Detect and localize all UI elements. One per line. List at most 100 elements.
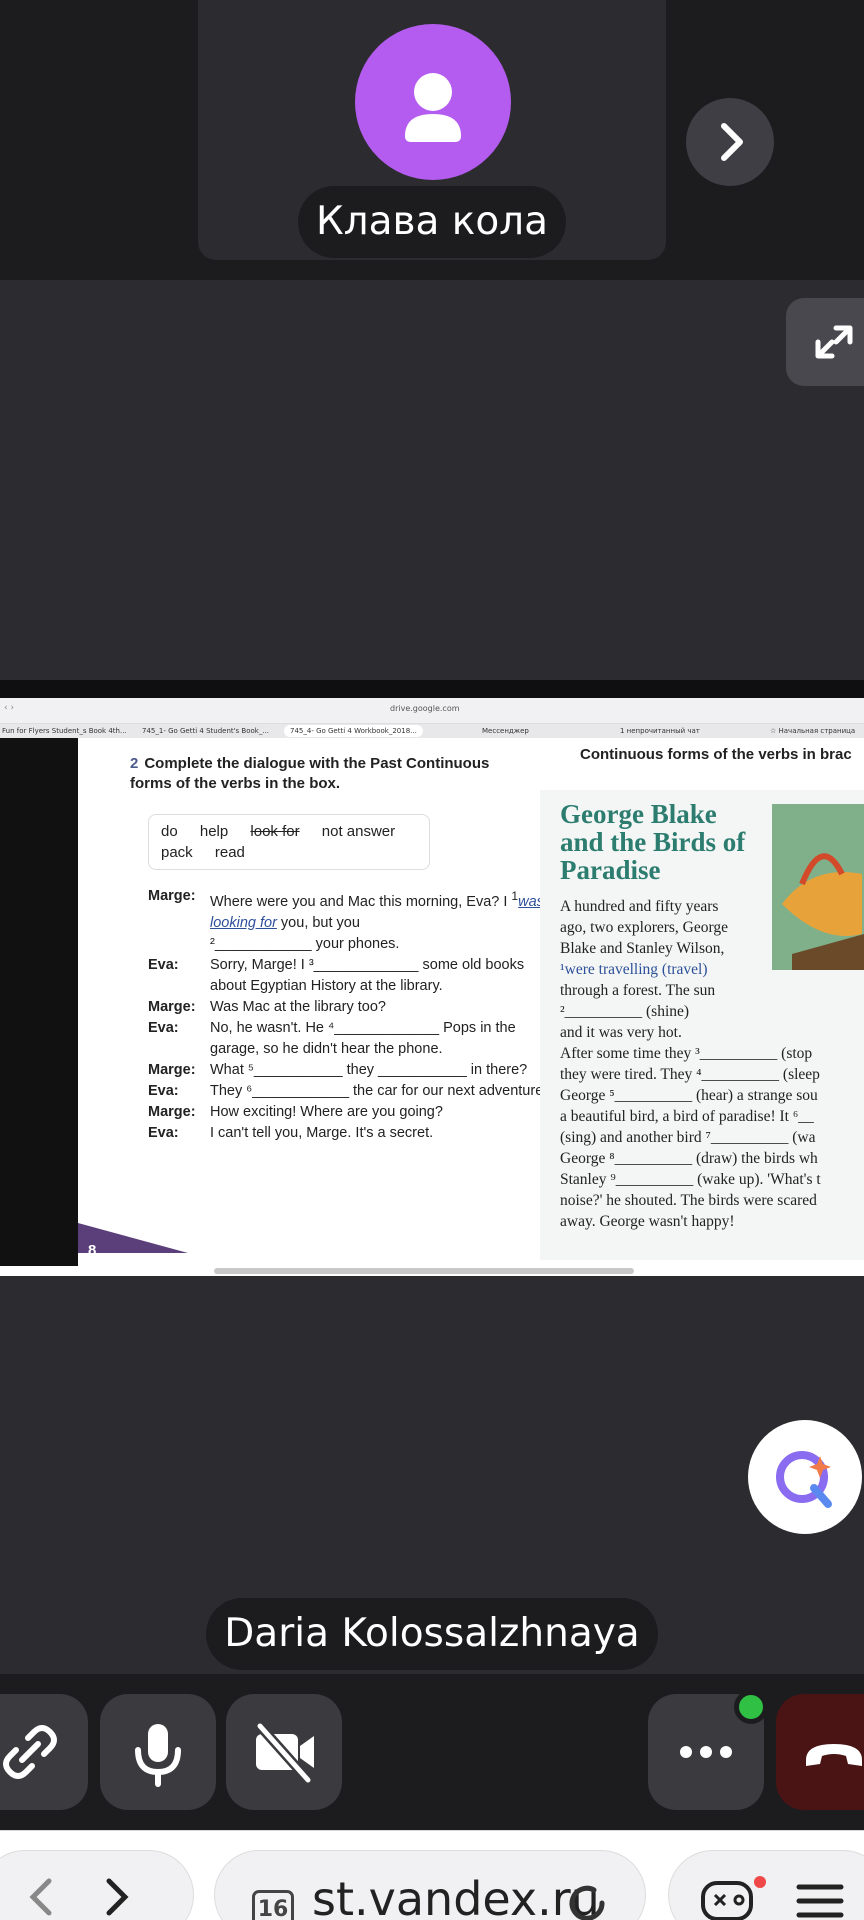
word: read bbox=[214, 844, 245, 861]
reload-icon[interactable] bbox=[564, 1880, 610, 1920]
back-forward-pill bbox=[0, 1850, 194, 1920]
dialogue-line: Marge: Where were you and Mac this morni… bbox=[148, 886, 548, 934]
camera-button[interactable] bbox=[226, 1694, 342, 1810]
story-line: A hundred and fifty years bbox=[560, 898, 719, 915]
speaker: Eva: bbox=[148, 1082, 179, 1099]
speaker: Marge: bbox=[148, 998, 196, 1015]
speaker: Marge: bbox=[148, 1061, 196, 1078]
speaker: Eva: bbox=[148, 1124, 179, 1141]
shared-sidebar-dark bbox=[0, 738, 78, 1266]
exercise-number: 2 bbox=[130, 755, 139, 772]
notification-dot bbox=[754, 1876, 766, 1888]
shared-url: drive.google.com bbox=[390, 704, 460, 713]
story-line: Blake and Stanley Wilson, bbox=[560, 940, 725, 957]
line-text: Sorry, Marge! I ³_____________ some old … bbox=[210, 956, 525, 994]
story-line: ago, two explorers, George bbox=[560, 919, 729, 936]
dialogue-line: Marge: What ⁵___________ they __________… bbox=[148, 1060, 548, 1081]
story-line: a beautiful bird, a bird of paradise! It… bbox=[560, 1108, 814, 1125]
word: help bbox=[199, 823, 229, 840]
story-title: George Blake and the Birds of Paradise bbox=[560, 799, 746, 885]
line-text: How exciting! Where are you going? bbox=[210, 1103, 443, 1120]
shared-tab-active: 745_4- Go Getti 4 Workbook_2018... bbox=[284, 725, 423, 737]
speaker: Marge: bbox=[148, 888, 196, 904]
participant-name-top: Клава кола bbox=[298, 186, 566, 258]
line-text: Where were you and Mac this morning, Eva… bbox=[210, 886, 548, 934]
story-line: noise?' he shouted. The birds were scare… bbox=[560, 1192, 817, 1209]
fullscreen-button[interactable] bbox=[786, 298, 864, 386]
story-line: After some time they ³__________ (stop bbox=[560, 1045, 813, 1062]
avatar bbox=[355, 24, 511, 180]
dialogue-line: Eva: Sorry, Marge! I ³_____________ some… bbox=[148, 955, 548, 997]
story-line: ²__________ (shine) bbox=[560, 1003, 690, 1020]
shared-tab: ☆ Начальная страница bbox=[770, 727, 856, 735]
shared-tab: Мессенджер bbox=[482, 727, 529, 735]
assistant-button[interactable] bbox=[748, 1420, 862, 1534]
exercise-title: 2 Complete the dialogue with the Past Con… bbox=[130, 754, 510, 794]
speaker: Marge: bbox=[148, 1103, 196, 1120]
participant-name-bottom: Daria Kolossalzhnaya bbox=[206, 1598, 658, 1670]
exercise-header-right: Continuous forms of the verbs in brac bbox=[580, 746, 852, 763]
story-text: A hundred and fifty years ago, two explo… bbox=[560, 896, 864, 1232]
shared-tab-bar: Fun for Flyers Student_s Book 4th... 745… bbox=[0, 724, 864, 738]
line-text-part: you, but you bbox=[276, 914, 360, 931]
forward-icon bbox=[106, 1878, 129, 1916]
dialogue-line: Eva: No, he wasn't. He ⁴_____________ Po… bbox=[148, 1018, 548, 1060]
microphone-icon bbox=[135, 1724, 181, 1787]
workbook-page: 2 Complete the dialogue with the Past Con… bbox=[78, 738, 864, 1266]
shared-scrollbar[interactable] bbox=[214, 1268, 634, 1274]
story-line: and it was very hot. bbox=[560, 1024, 682, 1041]
dialogue: Marge: Where were you and Mac this morni… bbox=[148, 886, 548, 1144]
word: pack bbox=[161, 844, 193, 861]
story-line: they were tired. They ⁴__________ (sleep bbox=[560, 1066, 820, 1083]
line-text: ²____________ your phones. bbox=[210, 935, 400, 952]
camera-off-icon bbox=[255, 1721, 314, 1785]
assistant-icon bbox=[776, 1451, 832, 1508]
video-call-screen: Клава кола ‹ › drive.google.com Fun for … bbox=[0, 0, 864, 1920]
word-box: do help look for not answer pack read bbox=[148, 814, 430, 870]
shared-nav-arrows: ‹ › bbox=[4, 703, 15, 713]
word-struck: look for bbox=[250, 823, 300, 840]
dialogue-line: Marge: How exciting! Where are you going… bbox=[148, 1102, 548, 1123]
divider bbox=[0, 680, 864, 698]
hang-up-button[interactable] bbox=[776, 1694, 864, 1810]
line-text: What ⁵___________ they ___________ in th… bbox=[210, 1061, 528, 1078]
line-text: No, he wasn't. He ⁴_____________ Pops in… bbox=[210, 1019, 516, 1057]
shared-tab: Fun for Flyers Student_s Book 4th... bbox=[2, 727, 127, 735]
dialogue-line: Marge: Was Mac at the library too? bbox=[148, 997, 548, 1018]
word: not answer bbox=[321, 823, 396, 840]
shared-tab: 745_1- Go Getti 4 Student's Book_... bbox=[142, 727, 270, 735]
speaker bbox=[148, 934, 210, 955]
link-icon bbox=[3, 1725, 57, 1779]
dialogue-line: Eva: I can't tell you, Marge. It's a sec… bbox=[148, 1123, 548, 1144]
screen-share[interactable]: ‹ › drive.google.com Fun for Flyers Stud… bbox=[0, 698, 864, 1276]
line-text: I can't tell you, Marge. It's a secret. bbox=[210, 1124, 434, 1141]
online-indicator bbox=[734, 1690, 768, 1724]
menu-icon bbox=[796, 1884, 844, 1918]
address-text: st.vandex.ru bbox=[312, 1872, 600, 1920]
dialogue-line: Eva: They ⁶____________ the car for our … bbox=[148, 1081, 548, 1102]
story-line: away. George wasn't happy! bbox=[560, 1213, 735, 1230]
gamepad-and-menu-icons bbox=[701, 1881, 844, 1920]
menu-pill bbox=[668, 1850, 864, 1920]
word: do bbox=[161, 823, 178, 840]
speaker: Eva: bbox=[148, 1019, 179, 1036]
story-line: through a forest. The sun bbox=[560, 982, 716, 999]
speaker: Eva: bbox=[148, 956, 179, 973]
self-view-area bbox=[0, 280, 864, 680]
copy-link-button[interactable] bbox=[0, 1694, 88, 1810]
back-icon bbox=[29, 1878, 52, 1916]
story-line: George ⁸__________ (draw) the birds wh bbox=[560, 1150, 818, 1167]
story-line: Stanley ⁹__________ (wake up). 'What's t bbox=[560, 1171, 821, 1188]
user-icon bbox=[405, 73, 461, 142]
story-line: ¹were travelling (travel) bbox=[560, 961, 708, 978]
chevron-right-icon bbox=[721, 123, 743, 161]
shared-tab: 1 непрочитанный чат bbox=[620, 727, 700, 735]
tab-count[interactable]: 16 bbox=[252, 1890, 294, 1920]
story-line: (sing) and another bird ⁷__________ (wa bbox=[560, 1129, 816, 1146]
microphone-button[interactable] bbox=[100, 1694, 216, 1810]
back-forward-icons bbox=[29, 1878, 129, 1916]
next-participant-button[interactable] bbox=[686, 98, 774, 186]
hang-up-icon bbox=[806, 1744, 862, 1766]
line-text-part: Where were you and Mac this morning, Eva… bbox=[210, 893, 512, 910]
expand-icon bbox=[815, 325, 853, 359]
